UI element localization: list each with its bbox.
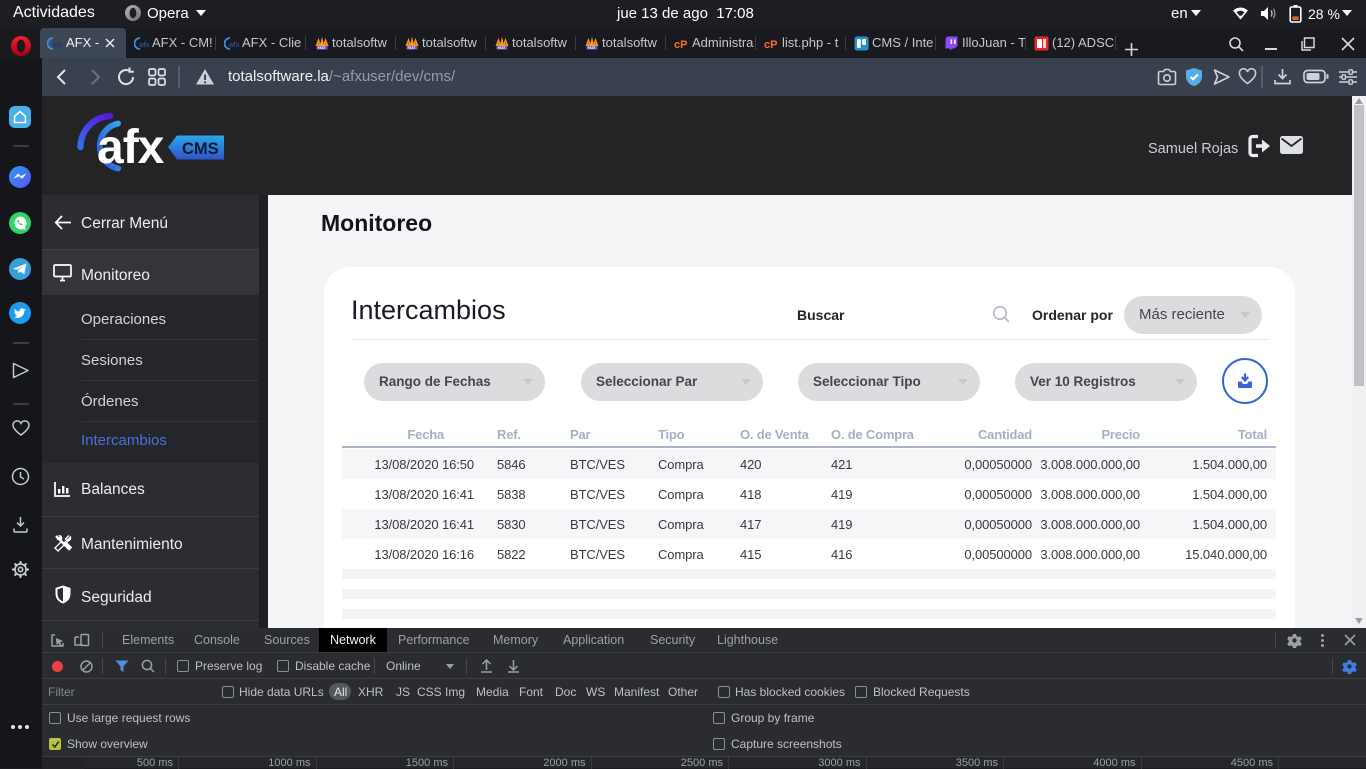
svg-text:FAST: FAST (498, 46, 506, 50)
svg-text:CMS: CMS (182, 140, 219, 158)
svg-text:cP: cP (674, 39, 687, 51)
svg-text:FAST: FAST (588, 46, 596, 50)
svg-text:afx: afx (229, 40, 239, 49)
svg-text:afx: afx (139, 40, 149, 49)
svg-text:FAST: FAST (408, 46, 416, 50)
svg-text:afx: afx (53, 40, 62, 49)
svg-text:FAST: FAST (318, 46, 326, 50)
svg-text:cP: cP (764, 39, 777, 51)
